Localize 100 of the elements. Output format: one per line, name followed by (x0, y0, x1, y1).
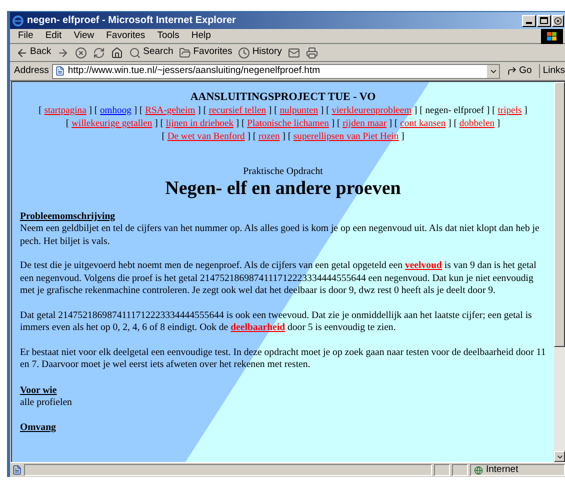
page-icon (54, 66, 65, 76)
refresh-icon (93, 46, 106, 58)
maximize-button[interactable] (537, 14, 551, 26)
current-page-label: negen- elfproef (425, 105, 484, 116)
menu-item[interactable]: Favorites (106, 28, 146, 44)
bracket: [ (454, 118, 457, 129)
bracket: [ (336, 118, 340, 129)
status-pane (452, 464, 468, 476)
bracket: [ (420, 105, 423, 116)
nav-link[interactable]: RSA-geheim (145, 105, 196, 116)
nav-link[interactable]: De wet van Benford (167, 131, 245, 142)
nav-link[interactable]: omhoog (100, 105, 132, 116)
page-icon (12, 465, 22, 475)
bracket: [ (252, 131, 256, 142)
stop-icon (75, 46, 88, 58)
back-arrow-icon (16, 46, 28, 58)
history-button[interactable]: History (238, 45, 282, 60)
paragraph: Neem een geldbiljet en tel de cijfers van het nummer op. Als alles goed is kom je op een negenvoud uit. Als dat niet klopt dan heb je pech. Het biljet is vals. (20, 223, 540, 248)
menu-item[interactable]: Tools (157, 28, 180, 44)
inline-link[interactable]: veelvoud (404, 260, 442, 271)
minimize-button[interactable] (522, 14, 536, 26)
menu-item[interactable]: File (18, 28, 34, 44)
bracket: [ (492, 105, 496, 116)
bracket: ] (486, 105, 490, 116)
nav-link[interactable]: superellipsen van Piet Hein (293, 131, 399, 142)
nav-link[interactable]: willekeurige getallen (72, 118, 152, 129)
bracket: ] (496, 118, 500, 129)
bracket: ] (401, 131, 404, 142)
subtitle: Praktische Opdracht (242, 165, 324, 178)
menu-item[interactable]: Edit (45, 28, 62, 44)
nav-link[interactable]: rijden maar (342, 118, 387, 129)
print-button[interactable] (306, 46, 318, 58)
bracket: [ (326, 105, 330, 116)
nav-link[interactable]: tripels (498, 105, 522, 116)
stop-button[interactable] (75, 46, 88, 58)
menu-item[interactable]: View (74, 28, 94, 44)
mail-icon (288, 46, 300, 58)
nav-link[interactable]: recursief tellen (208, 105, 266, 116)
address-field[interactable]: http://www.win.tue.nl/~jessers/aansluiting/negenelfproef.htm (52, 64, 500, 78)
dropdown-button[interactable] (487, 64, 500, 78)
globe-icon (474, 466, 483, 474)
scroll-down-button[interactable] (554, 451, 565, 462)
bracket: ] (448, 118, 452, 129)
printer-icon (306, 46, 318, 58)
paragraph: De test die je uitgevoerd hebt noemt men de negenproef. Als de cijfers van een getal opgeteld een veelvoud is van 9 dan is het getal een negenvoud. Volgens die proef is het getal 2147521869874111712223334444555644 een negenvoud. Dat kun je niet eenvoudig met je grafische rekenmachine controleren. Je zegt ook wel dat het deelbaar is door 9, dwz rest 0 heeft als je deelt door 9. (20, 260, 538, 298)
home-icon (111, 46, 124, 58)
inline-link[interactable]: deelbaarheid (230, 322, 286, 333)
home-button[interactable] (111, 46, 124, 58)
mail-button[interactable] (288, 46, 300, 58)
back-button[interactable]: Back (16, 45, 52, 60)
bracket: ] (331, 118, 335, 129)
flag-icon (547, 32, 557, 40)
site-header: AANSLUITINGSPROJECT TUE - VO (189, 91, 377, 104)
bracket: [ (288, 131, 292, 142)
bracket: [ (66, 118, 70, 129)
menu-item[interactable]: Help (191, 28, 211, 44)
nav-link[interactable]: nulpunten (280, 105, 318, 116)
page-title: Negen- elf en andere proeven (164, 178, 402, 200)
forward-arrow-icon (57, 46, 70, 58)
favorites-button[interactable]: Favorites (179, 45, 232, 60)
nav-link[interactable]: dobbelen (459, 118, 494, 129)
refresh-button[interactable] (93, 46, 106, 58)
folder-icon (179, 46, 192, 58)
links-button[interactable]: Links (538, 64, 565, 78)
minimize-icon (526, 22, 532, 24)
scrollbar[interactable] (554, 82, 565, 462)
bracket: ] (154, 118, 158, 129)
bracket: [ (394, 118, 398, 129)
bracket: ] (414, 105, 418, 116)
close-button[interactable] (552, 14, 564, 26)
bracket: ] (236, 118, 240, 129)
bracket: ] (282, 131, 286, 142)
bracket: [ (162, 131, 165, 142)
window-title: negen- elfproef - Microsoft Internet Explorer (27, 14, 236, 28)
nav-link[interactable]: startpagina (44, 105, 86, 116)
scroll-thumb[interactable] (554, 82, 565, 347)
search-button[interactable]: Search (129, 45, 174, 60)
nav-link[interactable]: rozen (258, 131, 280, 142)
bracket: ] (320, 105, 324, 116)
bracket: [ (38, 105, 42, 116)
nav-link[interactable]: Platonische lichamen (247, 118, 329, 129)
section-heading: Voor wie (20, 384, 57, 396)
nav-link[interactable]: lijnen in driehoek (166, 118, 234, 129)
bracket: [ (203, 105, 206, 116)
bracket: [ (274, 105, 278, 116)
go-arrow-icon (507, 66, 518, 76)
paragraph: Er bestaat niet voor elk deelgetal een eenvoudige test. In deze opdracht moet je op zoek gaan naar testen voor de deelbaarheid door 11 en 7. Daarvoor moet je wel eerst iets afweten over het rekenen met resten. (20, 346, 546, 372)
close-icon (554, 16, 562, 24)
clock-icon (238, 46, 250, 58)
go-button[interactable]: Go (503, 64, 536, 78)
bracket: ] (268, 105, 272, 116)
search-icon (129, 46, 142, 58)
bracket: [ (139, 105, 143, 116)
nav-link[interactable]: cont kansen (400, 118, 446, 129)
paragraph: Dat getal 2147521869874111712223334444555644 is ook een tweevoud. Dat zie je onmiddellijk aan het laatste cijfer; een getal is immers even als het op 0, 2, 4, 6 of 8 eindigt. Ook de deelbaarheid door 5 is eenvoudig te zien. (20, 310, 533, 334)
bracket: [ (242, 118, 245, 129)
status-pane (434, 464, 450, 476)
section-heading: Probleemomschrijving (20, 210, 116, 223)
forward-button[interactable] (57, 46, 70, 58)
nav-link[interactable]: vierkleurenprobleem (332, 105, 412, 116)
